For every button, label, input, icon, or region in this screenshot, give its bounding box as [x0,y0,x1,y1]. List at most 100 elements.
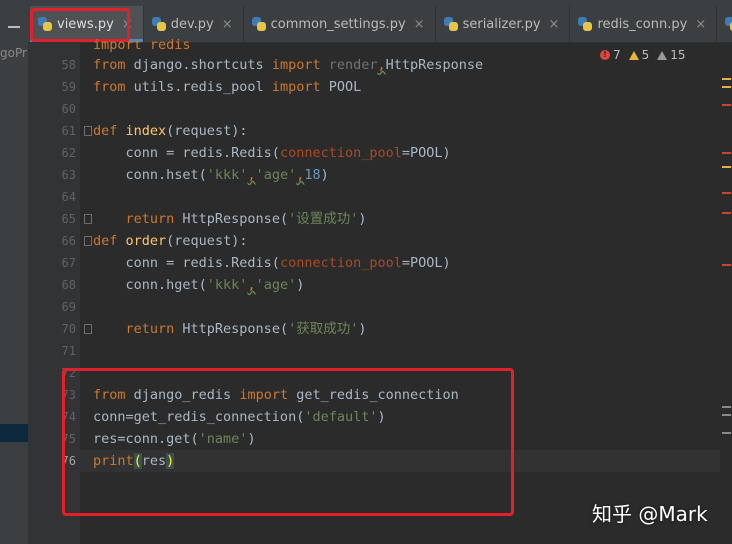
code-token: 'kkk' [206,167,248,183]
close-icon[interactable]: × [222,17,233,32]
line-number[interactable]: 60 [28,98,76,120]
weak-warning-count-value: 15 [670,48,686,62]
python-file-icon [725,17,732,31]
stripe-warning-mark[interactable] [722,86,731,88]
code-token: HttpResponse( [174,211,289,227]
line-number[interactable]: 62 [28,142,76,164]
error-count[interactable]: ! 7 [600,48,621,62]
tab-4[interactable]: redis_conn.py × [570,6,718,42]
code-token: index [125,123,167,139]
stripe-error-mark[interactable] [722,212,731,214]
code-token: return [93,211,175,227]
code-token: POOL [320,79,362,95]
warning-count[interactable]: 5 [628,48,649,62]
line-number[interactable]: 71 [28,340,76,362]
code-token: ) [320,167,329,183]
inspection-widget[interactable]: ! 7 5 15 [600,48,686,62]
code-token: ) [358,321,367,337]
code-token: conn = redis.Redis( [93,145,280,161]
line-number[interactable]: 76 [28,450,76,472]
line-number[interactable]: 64 [28,186,76,208]
line-number[interactable]: 72 [28,362,76,384]
close-icon[interactable]: × [695,17,706,32]
code-token: import [239,387,289,403]
code-token: , [247,277,256,293]
code-token: def [93,233,118,249]
line-number[interactable]: 67 [28,252,76,274]
project-name-label[interactable]: goPr [0,46,27,60]
code-line-61: def index(request): [93,120,247,142]
line-number[interactable]: 74 [28,406,76,428]
close-icon[interactable]: × [122,17,133,32]
code-token: from [93,387,126,403]
line-number[interactable]: 68 [28,274,76,296]
code-token: conn = redis.Redis( [93,255,280,271]
watermark: 知乎 @Mark [592,502,708,526]
line-number[interactable]: 69 [28,296,76,318]
stripe-warning-mark[interactable] [722,166,731,168]
code-token: def [93,123,118,139]
code-line-75: res=conn.get('name') [93,428,256,450]
stripe-weak-mark[interactable] [722,406,731,408]
line-number[interactable]: 65 [28,208,76,230]
stripe-error-mark[interactable] [722,192,731,194]
line-number[interactable]: 59 [28,76,76,98]
code-token: conn.hset( [93,167,207,183]
code-token: print [93,453,134,469]
project-tree-selected-row[interactable] [0,424,28,442]
code-line-70: return HttpResponse('获取成功') [93,318,367,340]
stripe-weak-mark[interactable] [722,414,731,416]
code-token: import [271,57,321,73]
stripe-warning-mark[interactable] [722,78,731,80]
code-token: =POOL) [401,145,451,161]
close-icon[interactable]: × [549,17,560,32]
code-token: django_redis [125,387,240,403]
stripe-error-mark[interactable] [722,104,731,106]
code-token: 'age' [255,167,297,183]
code-token: 'name' [198,431,248,447]
python-file-icon [151,17,166,31]
python-file-icon [443,17,458,31]
code-token: return [93,321,175,337]
python-file-icon [38,17,52,31]
code-line-59: from utils.redis_pool import POOL [93,76,361,98]
line-number[interactable]: 66 [28,230,76,252]
code-token: , [247,167,256,183]
code-line-76: print(res) [93,450,175,472]
tab-5[interactable]: redis_t [717,6,732,42]
weak-warning-count[interactable]: 15 [657,48,686,62]
tab-3[interactable]: serializer.py × [436,6,571,42]
current-line-highlight [80,450,720,472]
code-token: order [125,233,167,249]
project-panel: goPr [0,42,28,544]
tab-label: common_settings.py [270,16,406,32]
line-number[interactable]: 75 [28,428,76,450]
tab-label: redis_conn.py [597,16,688,32]
line-number[interactable]: 61 [28,120,76,142]
error-stripe[interactable] [720,42,732,544]
tab-2[interactable]: common_settings.py × [244,6,436,42]
line-number[interactable]: 70 [28,318,76,340]
code-token: (request): [166,233,248,249]
code-token: 'kkk' [206,277,248,293]
code-line-68: conn.hget('kkk','age') [93,274,305,296]
stripe-error-mark[interactable] [722,264,731,266]
code-token: ) [377,409,386,425]
project-panel-header [0,0,28,42]
code-token: ) [247,431,256,447]
stripe-error-mark[interactable] [722,152,731,154]
close-icon[interactable]: × [414,17,425,32]
minimize-icon[interactable] [8,26,20,28]
code-token: (request): [166,123,248,139]
weak-warning-icon [657,50,668,60]
code-editor[interactable]: import redis from django.shortcuts impor… [80,37,720,544]
line-number[interactable]: 58 [28,54,76,76]
tab-label: views.py [57,16,114,32]
line-number[interactable]: 63 [28,164,76,186]
line-number[interactable]: 73 [28,384,76,406]
code-token: from [93,57,126,73]
code-token: django.shortcuts [125,57,272,73]
stripe-weak-mark[interactable] [722,432,731,434]
code-token: get_redis_connection [288,387,459,403]
error-icon: ! [600,50,610,60]
